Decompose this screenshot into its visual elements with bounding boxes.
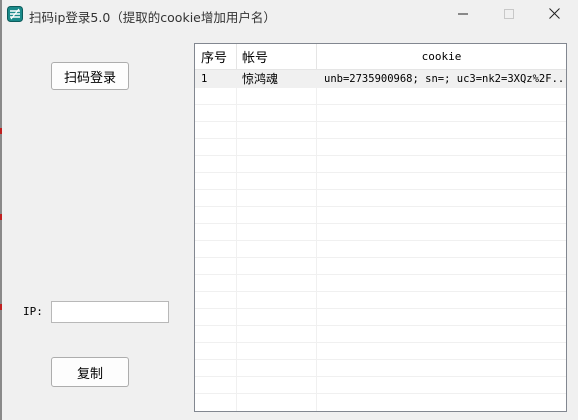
grid-line [195,393,566,394]
account-list[interactable]: 序号 帐号 cookie 1 惊鸿魂 unb=2735900968; sn=; … [194,43,567,412]
row-account: 惊鸿魂 [242,72,279,86]
grid-line [195,87,566,88]
background-mark [0,304,2,310]
grid-line [195,206,566,207]
window-title: 扫码ip登录5.0（提取的cookie增加用户名） [29,10,276,25]
grid-line [195,325,566,326]
app-logo-icon [7,6,23,22]
grid-line [195,138,566,139]
row-index: 1 [201,72,208,85]
column-header-index[interactable]: 序号 [201,44,233,69]
background-mark [0,128,2,134]
row-cookie: unb=2735900968; sn=; uc3=nk2=3XQz%2F... [324,72,564,85]
background-window-edge [0,0,2,420]
grid-line [195,342,566,343]
close-icon [548,8,560,22]
grid-line [195,359,566,360]
grid-line [195,189,566,190]
grid-line [195,376,566,377]
close-button[interactable] [532,0,576,30]
maximize-icon [504,8,514,22]
grid-line [195,308,566,309]
grid-line [195,104,566,105]
title-bar: 扫码ip登录5.0（提取的cookie增加用户名） [2,0,578,30]
grid-line [195,121,566,122]
background-mark [0,214,2,220]
grid-line [195,172,566,173]
minimize-button[interactable] [441,0,485,30]
grid-line [195,291,566,292]
ip-input[interactable] [51,301,169,323]
grid-line [195,240,566,241]
copy-button[interactable]: 复制 [51,357,129,387]
scan-login-button[interactable]: 扫码登录 [51,62,129,90]
table-row[interactable]: 1 惊鸿魂 unb=2735900968; sn=; uc3=nk2=3XQz%… [195,70,566,87]
minimize-icon [458,8,468,22]
grid-line [195,257,566,258]
ip-label: IP: [23,305,43,318]
grid-line [195,155,566,156]
grid-line [195,274,566,275]
column-header-account[interactable]: 帐号 [242,44,312,69]
grid-line [195,223,566,224]
list-header: 序号 帐号 cookie [195,44,566,70]
column-divider[interactable] [236,44,237,69]
column-header-cookie[interactable]: cookie [317,44,566,69]
maximize-button[interactable] [487,0,531,30]
